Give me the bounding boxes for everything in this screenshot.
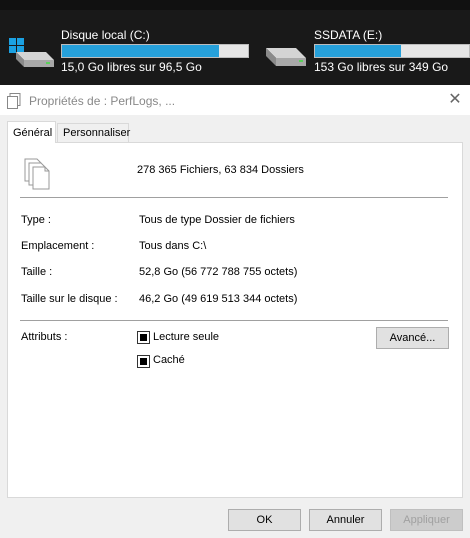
dialog-title: Propriétés de : PerfLogs, ...	[29, 94, 176, 108]
location-value: Tous dans C:\	[139, 240, 207, 252]
location-label: Emplacement :	[21, 240, 95, 252]
multiple-files-icon	[24, 158, 50, 190]
hidden-label[interactable]: Caché	[153, 354, 185, 366]
item-count-summary: 278 365 Fichiers, 63 834 Dossiers	[137, 164, 304, 176]
usage-bar-fill	[62, 45, 220, 57]
size-value: 52,8 Go (56 772 788 755 octets)	[139, 266, 298, 278]
size-on-disk-value: 46,2 Go (49 619 513 344 octets)	[139, 293, 298, 305]
drive-free-space: 15,0 Go libres sur 96,5 Go	[61, 60, 202, 74]
usage-bar	[314, 44, 470, 58]
type-label: Type :	[21, 214, 51, 226]
size-on-disk-label: Taille sur le disque :	[21, 293, 118, 305]
size-label: Taille :	[21, 266, 53, 278]
advanced-button[interactable]: Avancé...	[376, 327, 449, 349]
top-edge	[0, 0, 470, 10]
type-value: Tous de type Dossier de fichiers	[139, 214, 295, 226]
drive-c[interactable]: Disque local (C:) 15,0 Go libres sur 96,…	[6, 24, 256, 80]
cancel-button[interactable]: Annuler	[309, 509, 382, 531]
drive-name: Disque local (C:)	[61, 28, 150, 42]
windows-drive-icon	[9, 38, 54, 67]
drive-strip: Disque local (C:) 15,0 Go libres sur 96,…	[0, 0, 470, 85]
ok-button[interactable]: OK	[228, 509, 301, 531]
drive-name: SSDATA (E:)	[314, 28, 383, 42]
hard-drive-icon	[266, 48, 306, 66]
drive-e[interactable]: SSDATA (E:) 153 Go libres sur 349 Go	[262, 24, 470, 80]
general-panel: 278 365 Fichiers, 63 834 Dossiers Type :…	[7, 142, 463, 498]
tab-general[interactable]: Général	[7, 121, 56, 143]
folder-properties-icon	[7, 93, 21, 109]
close-icon[interactable]: ✕	[444, 91, 466, 109]
attributes-label: Attributs :	[21, 331, 68, 343]
tab-personnaliser[interactable]: Personnaliser	[57, 123, 130, 143]
apply-button[interactable]: Appliquer	[390, 509, 463, 531]
properties-dialog: Propriétés de : PerfLogs, ... ✕ Général …	[0, 85, 470, 538]
read-only-checkbox[interactable]	[137, 331, 150, 344]
divider	[20, 197, 448, 198]
read-only-label[interactable]: Lecture seule	[153, 331, 219, 343]
hidden-checkbox[interactable]	[137, 355, 150, 368]
divider	[20, 320, 448, 321]
usage-bar	[61, 44, 249, 58]
usage-bar-fill	[315, 45, 402, 57]
drive-free-space: 153 Go libres sur 349 Go	[314, 60, 449, 74]
title-bar[interactable]: Propriétés de : PerfLogs, ... ✕	[0, 85, 470, 115]
